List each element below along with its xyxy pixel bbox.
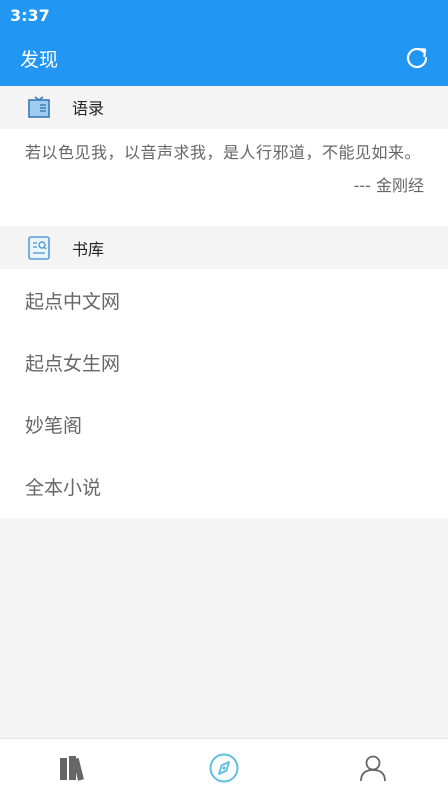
quotes-header-label: 语录 bbox=[72, 99, 105, 118]
quote-text: 若以色见我，以音声求我，是人行邪道，不能见如来。 bbox=[25, 143, 422, 162]
quotes-header: 语录 bbox=[0, 86, 448, 128]
library-item-quanben[interactable]: 全本小说 bbox=[0, 455, 448, 517]
compass-icon bbox=[209, 753, 239, 782]
quote-book-icon bbox=[26, 94, 52, 120]
app-bar: 发现 bbox=[0, 30, 448, 86]
nav-bookshelf-button[interactable] bbox=[45, 743, 105, 793]
library-item-qidian-female[interactable]: 起点女生网 bbox=[0, 331, 448, 393]
library-item-miaobige[interactable]: 妙笔阁 bbox=[0, 393, 448, 455]
status-bar: 3:37 bbox=[0, 0, 448, 30]
library-search-icon bbox=[26, 235, 52, 261]
quote-source: --- 金刚经 bbox=[353, 176, 424, 195]
library-list: 起点中文网 起点女生网 妙笔阁 全本小说 bbox=[0, 269, 448, 518]
user-icon bbox=[360, 755, 387, 781]
library-item-qidian[interactable]: 起点中文网 bbox=[0, 269, 448, 331]
status-time: 3:37 bbox=[10, 5, 50, 25]
bottom-nav bbox=[0, 738, 448, 796]
bookshelf-icon bbox=[59, 755, 84, 781]
quote-card: 若以色见我，以音声求我，是人行邪道，不能见如来。 --- 金刚经 bbox=[0, 129, 448, 226]
page-title: 发现 bbox=[20, 48, 59, 71]
refresh-icon bbox=[406, 47, 428, 69]
nav-discover-button[interactable] bbox=[194, 743, 254, 793]
nav-profile-button[interactable] bbox=[343, 743, 403, 793]
refresh-button[interactable] bbox=[404, 45, 430, 71]
library-header-label: 书库 bbox=[72, 240, 105, 259]
library-header: 书库 bbox=[0, 227, 448, 269]
